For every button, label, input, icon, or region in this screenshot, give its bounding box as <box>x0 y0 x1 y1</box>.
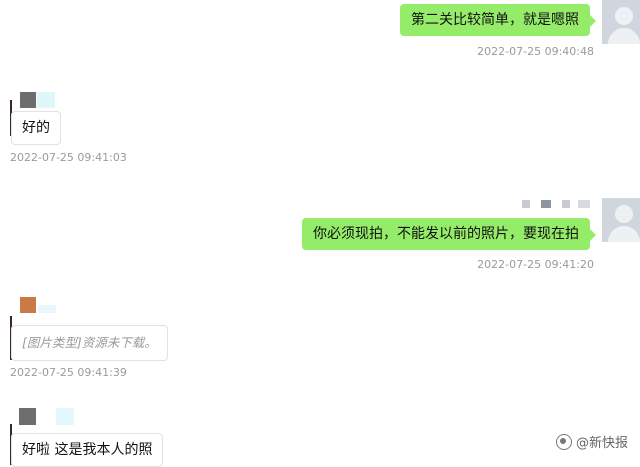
message-bubble-incoming[interactable]: 好啦 这是我本人的照 <box>11 433 164 467</box>
image-placeholder-message[interactable]: [图片类型]资源未下载。 <box>11 325 168 361</box>
watermark: @新快报 <box>555 432 628 451</box>
avatar-pixelated <box>38 305 56 313</box>
avatar-pixelated <box>522 200 530 208</box>
avatar[interactable] <box>602 0 640 44</box>
avatar[interactable] <box>602 198 640 242</box>
avatar-pixelated <box>562 200 570 208</box>
avatar-pixelated <box>56 408 74 425</box>
watermark-text: @新快报 <box>575 436 628 451</box>
message-bubble-incoming[interactable]: 好的 <box>11 111 61 145</box>
message-bubble-outgoing[interactable]: 第二关比较简单，就是嗯照 <box>400 4 596 36</box>
account-icon <box>555 434 572 450</box>
message-timestamp: 2022-07-25 09:41:20 <box>477 258 594 271</box>
avatar-pixelated <box>578 200 590 208</box>
message-bubble-outgoing[interactable]: 你必须现拍，不能发以前的照片，要现在拍 <box>302 218 596 250</box>
avatar-pixelated <box>20 92 36 108</box>
message-timestamp: 2022-07-25 09:40:48 <box>477 45 594 58</box>
avatar-pixelated <box>19 408 36 425</box>
avatar-pixelated <box>20 297 36 313</box>
avatar-pixelated <box>541 200 551 208</box>
message-timestamp: 2022-07-25 09:41:39 <box>10 366 127 379</box>
message-timestamp: 2022-07-25 09:41:03 <box>10 151 127 164</box>
avatar-pixelated <box>37 92 55 108</box>
